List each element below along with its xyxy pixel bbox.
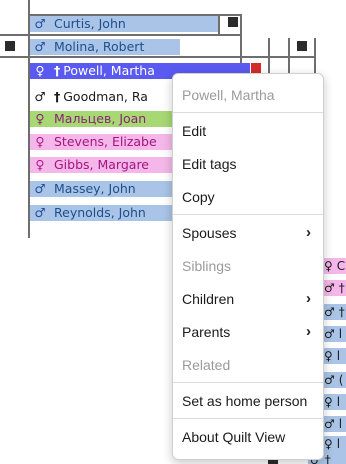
person-name: Stevens, Elizabe [54, 134, 157, 149]
person-name: Gibbs, Margare [54, 157, 150, 172]
menu-item-label: Copy [182, 188, 215, 205]
menu-item-related[interactable]: Related [173, 348, 323, 381]
menu-header: Powell, Martha [182, 86, 275, 103]
person-row-partial[interactable]: ♀ l [322, 394, 346, 410]
person-name: † [338, 281, 345, 295]
relationship-mark[interactable] [228, 17, 238, 27]
person-name: Molina, Robert [54, 39, 145, 54]
menu-item-label: Spouses [182, 224, 237, 241]
chevron-right-icon: › [306, 224, 311, 241]
menu-item-set-home-person[interactable]: Set as home person [173, 384, 323, 417]
male-icon: ♂ [34, 16, 46, 31]
person-row-partial[interactable]: ♂ † l [322, 304, 346, 320]
person-row-partial[interactable]: ♀ C [322, 258, 346, 274]
menu-item-edit[interactable]: Edit [173, 114, 323, 147]
person-name: Reynolds, John [54, 205, 146, 220]
person-row-partial[interactable]: ♀ l [322, 348, 346, 364]
person-row-partial[interactable]: ♂ ( [322, 372, 346, 388]
context-menu: Powell, Martha Edit Edit tags Copy Spous… [172, 73, 324, 460]
menu-item-label: Siblings [182, 257, 232, 274]
grid-line [218, 14, 220, 34]
male-icon: ♂ [324, 327, 335, 341]
menu-item-label: Related [182, 356, 231, 373]
person-row[interactable]: ♂ Massey, John [30, 181, 172, 197]
relationship-mark[interactable] [297, 41, 307, 51]
person-row[interactable]: ♂ Curtis, John [30, 16, 218, 32]
menu-separator [173, 382, 323, 383]
menu-item-label: About Quilt View [182, 428, 286, 445]
person-name: l [338, 417, 343, 431]
female-icon: ♀ [324, 259, 333, 273]
person-name: ( [338, 373, 344, 387]
female-icon: ♀ [324, 349, 333, 363]
grid-line [288, 38, 290, 78]
menu-separator [173, 112, 323, 113]
person-row[interactable]: ♂ † Goodman, Ra [30, 89, 172, 105]
person-row[interactable]: ♂ Molina, Robert [30, 39, 180, 55]
person-name: Goodman, Ra [63, 89, 148, 104]
person-row[interactable]: ♂ Reynolds, John [30, 205, 172, 221]
menu-item-parents[interactable]: Parents › [173, 315, 323, 348]
female-icon: ♀ [35, 63, 45, 78]
person-name: l [336, 437, 341, 451]
relationship-mark-selected[interactable] [251, 63, 261, 73]
person-name: Мальцев, Joan [54, 111, 147, 126]
menu-item-edit-tags[interactable]: Edit tags [173, 147, 323, 180]
grid-line [314, 38, 316, 78]
menu-item-label: Edit [182, 122, 207, 139]
chevron-right-icon: › [306, 323, 311, 340]
person-name: † [324, 453, 331, 464]
person-name: Curtis, John [54, 16, 126, 31]
person-row[interactable]: ♀ Мальцев, Joan [30, 111, 172, 127]
relationship-mark[interactable] [5, 41, 15, 51]
person-row-partial[interactable]: ♂ l [322, 326, 346, 342]
menu-item-spouses[interactable]: Spouses › [173, 216, 323, 249]
menu-item-label: Children [182, 290, 235, 307]
male-icon: ♂ [34, 205, 46, 220]
chevron-right-icon: › [306, 290, 311, 307]
person-name: Massey, John [54, 181, 136, 196]
menu-item-label: Set as home person [182, 392, 308, 409]
person-row-partial[interactable]: ♀ l [322, 436, 346, 452]
male-icon: ♂ [324, 281, 335, 295]
grid-line [0, 34, 240, 36]
male-icon: ♂ [34, 181, 46, 196]
person-name: l [336, 349, 341, 363]
female-icon: ♀ [35, 157, 45, 172]
male-icon: ♂ [324, 305, 335, 319]
person-row[interactable]: ♀ Gibbs, Margare [30, 157, 172, 173]
female-icon: ♀ [324, 395, 333, 409]
person-name: Powell, Martha [63, 63, 155, 78]
person-row-partial[interactable]: ♂ l [322, 416, 346, 432]
menu-separator [173, 418, 323, 419]
person-row[interactable]: ♀ Stevens, Elizabe [30, 134, 172, 150]
menu-item-label: Parents [182, 323, 231, 340]
person-name: C [336, 259, 346, 273]
female-icon: ♀ [35, 134, 45, 149]
deceased-icon: † [54, 89, 61, 104]
person-name: l [338, 327, 343, 341]
person-name: † l [338, 305, 346, 319]
male-icon: ♂ [324, 417, 335, 431]
menu-item-about-quilt-view[interactable]: About Quilt View [173, 420, 323, 453]
person-row-partial[interactable]: ♂ † [322, 280, 346, 296]
quilt-view-canvas[interactable]: ♂ Curtis, John ♂ Molina, Robert ♀ † Powe… [0, 0, 346, 464]
person-name: l [336, 395, 341, 409]
female-icon: ♀ [35, 111, 45, 126]
male-icon: ♂ [34, 89, 46, 104]
menu-item-siblings[interactable]: Siblings [173, 249, 323, 282]
female-icon: ♀ [324, 437, 333, 451]
menu-item-label: Edit tags [182, 155, 237, 172]
grid-line [0, 56, 316, 58]
menu-item-children[interactable]: Children › [173, 282, 323, 315]
male-icon: ♂ [324, 373, 335, 387]
menu-separator [173, 214, 323, 215]
menu-item-copy[interactable]: Copy [173, 180, 323, 213]
deceased-icon: † [54, 63, 61, 78]
male-icon: ♂ [34, 39, 46, 54]
